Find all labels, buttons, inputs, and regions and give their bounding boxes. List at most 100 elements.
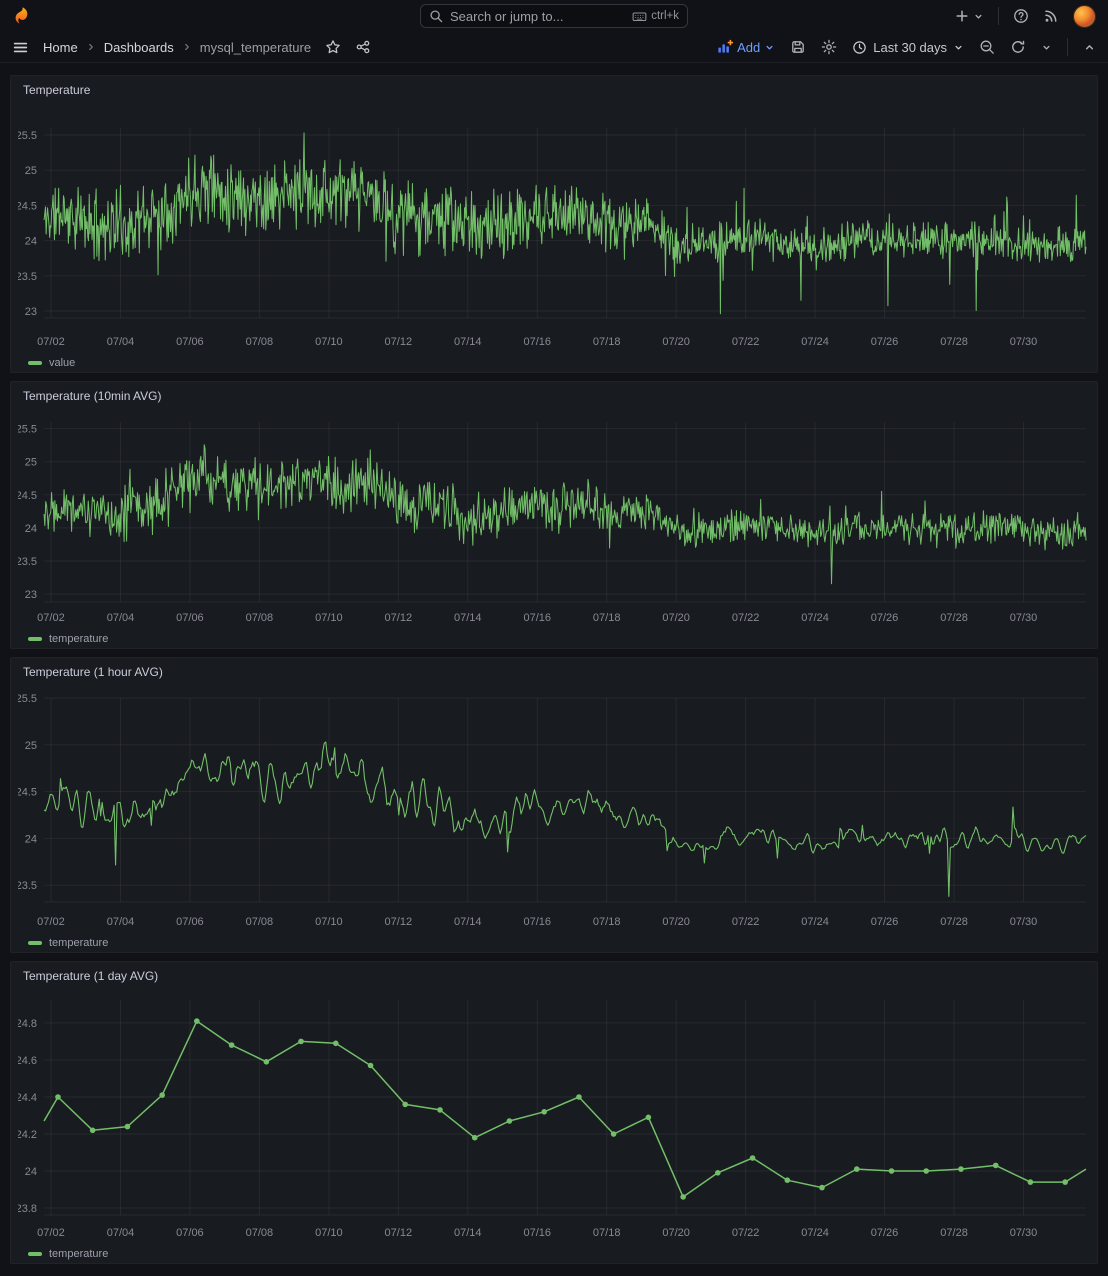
x-axis-tick-label: 07/04 xyxy=(107,612,135,624)
y-axis-tick-label: 24 xyxy=(25,236,37,248)
data-point[interactable] xyxy=(611,1131,617,1137)
share-dashboard-button[interactable] xyxy=(355,39,371,55)
panel-title[interactable]: Temperature xyxy=(23,83,90,97)
data-point[interactable] xyxy=(333,1041,339,1047)
rss-icon xyxy=(1043,8,1059,24)
x-axis-tick-label: 07/22 xyxy=(732,612,760,624)
breadcrumb-dashboards[interactable]: Dashboards xyxy=(104,40,174,55)
y-axis-tick-label: 23.8 xyxy=(18,1203,37,1215)
data-point[interactable] xyxy=(993,1163,999,1169)
data-point[interactable] xyxy=(229,1042,235,1048)
data-point[interactable] xyxy=(715,1170,721,1176)
data-point[interactable] xyxy=(785,1177,791,1183)
news-button[interactable] xyxy=(1043,8,1059,24)
dashboard-settings-button[interactable] xyxy=(821,39,837,55)
data-point[interactable] xyxy=(194,1018,200,1024)
data-point[interactable] xyxy=(437,1107,443,1113)
collapse-toolbar-button[interactable] xyxy=(1083,41,1096,54)
data-point[interactable] xyxy=(402,1102,408,1108)
data-point[interactable] xyxy=(819,1185,825,1191)
x-axis-tick-label: 07/18 xyxy=(593,1227,621,1239)
time-series-chart[interactable]: 25.52524.52423.52307/0207/0407/0607/0807… xyxy=(18,104,1090,354)
breadcrumb-separator-icon xyxy=(86,42,96,52)
time-range-picker[interactable]: Last 30 days xyxy=(852,40,964,55)
panel-title[interactable]: Temperature (1 hour AVG) xyxy=(23,665,163,679)
data-point[interactable] xyxy=(90,1128,96,1134)
data-point[interactable] xyxy=(576,1094,582,1100)
toolbar-controls: Add Last 30 days xyxy=(717,38,1096,56)
breadcrumb: Home Dashboards mysql_temperature xyxy=(43,40,311,55)
data-point[interactable] xyxy=(958,1166,964,1172)
series-line[interactable] xyxy=(44,445,1086,584)
series-line[interactable] xyxy=(44,742,1086,896)
x-axis-tick-label: 07/26 xyxy=(871,336,899,348)
y-axis-tick-label: 25.5 xyxy=(18,424,37,436)
data-point[interactable] xyxy=(889,1168,895,1174)
data-point[interactable] xyxy=(159,1092,165,1098)
refresh-icon xyxy=(1010,39,1026,55)
x-axis-tick-label: 07/22 xyxy=(732,336,760,348)
y-axis-tick-label: 24.5 xyxy=(18,787,37,799)
x-axis-tick-label: 07/16 xyxy=(523,1227,551,1239)
breadcrumb-current-dashboard: mysql_temperature xyxy=(200,40,311,55)
time-range-label: Last 30 days xyxy=(873,40,947,55)
legend-label[interactable]: temperature xyxy=(49,1248,108,1260)
new-menu-button[interactable] xyxy=(954,8,984,24)
user-avatar[interactable] xyxy=(1073,5,1096,28)
panel-header: Temperature (1 hour AVG) xyxy=(18,658,1090,686)
x-axis-tick-label: 07/16 xyxy=(523,612,551,624)
legend-label[interactable]: temperature xyxy=(49,633,108,645)
data-point[interactable] xyxy=(1028,1179,1034,1185)
save-dashboard-button[interactable] xyxy=(790,39,806,55)
data-point[interactable] xyxy=(125,1124,131,1130)
x-axis-tick-label: 07/28 xyxy=(940,336,968,348)
y-axis-tick-label: 24.6 xyxy=(18,1055,37,1067)
time-series-chart[interactable]: 25.52524.52423.52307/0207/0407/0607/0807… xyxy=(18,410,1090,630)
data-point[interactable] xyxy=(750,1155,756,1161)
series-line[interactable] xyxy=(44,133,1086,314)
legend-label[interactable]: temperature xyxy=(49,937,108,949)
data-point[interactable] xyxy=(472,1135,478,1141)
panel-title[interactable]: Temperature (1 day AVG) xyxy=(23,969,158,983)
data-point[interactable] xyxy=(680,1194,686,1200)
data-point[interactable] xyxy=(264,1059,270,1065)
data-point[interactable] xyxy=(854,1166,860,1172)
x-axis-tick-label: 07/04 xyxy=(107,916,135,928)
time-series-chart[interactable]: 25.52524.52423.507/0207/0407/0607/0807/1… xyxy=(18,686,1090,934)
breadcrumb-home[interactable]: Home xyxy=(43,40,78,55)
y-axis-tick-label: 25.5 xyxy=(18,693,37,705)
data-point[interactable] xyxy=(646,1115,652,1121)
chevron-down-icon xyxy=(973,11,984,22)
y-axis-tick-label: 24 xyxy=(25,1166,37,1178)
clock-icon xyxy=(852,40,867,55)
help-button[interactable] xyxy=(1013,8,1029,24)
mega-menu-toggle[interactable] xyxy=(12,39,29,56)
grafana-logo[interactable] xyxy=(12,6,32,26)
panel-title[interactable]: Temperature (10min AVG) xyxy=(23,389,162,403)
x-axis-tick-label: 07/08 xyxy=(246,612,274,624)
x-axis-tick-label: 07/10 xyxy=(315,916,343,928)
data-point[interactable] xyxy=(1062,1179,1068,1185)
divider xyxy=(1067,38,1068,56)
data-point[interactable] xyxy=(923,1168,929,1174)
data-point[interactable] xyxy=(541,1109,547,1115)
search-bar[interactable]: Search or jump to... ctrl+k xyxy=(420,4,688,28)
keyboard-icon xyxy=(632,9,647,24)
y-axis-tick-label: 25 xyxy=(25,165,37,177)
x-axis-tick-label: 07/26 xyxy=(871,916,899,928)
data-point[interactable] xyxy=(507,1118,513,1124)
time-series-chart[interactable]: 24.824.624.424.22423.807/0207/0407/0607/… xyxy=(18,990,1090,1245)
x-axis-tick-label: 07/20 xyxy=(662,336,690,348)
data-point[interactable] xyxy=(55,1094,61,1100)
add-visualization-icon xyxy=(717,39,733,55)
favorite-dashboard-button[interactable] xyxy=(325,39,341,55)
data-point[interactable] xyxy=(368,1063,374,1069)
add-panel-button[interactable]: Add xyxy=(717,39,775,55)
data-point[interactable] xyxy=(298,1039,304,1045)
zoom-out-time-button[interactable] xyxy=(979,39,995,55)
refresh-dashboard-button[interactable] xyxy=(1010,39,1026,55)
x-axis-tick-label: 07/30 xyxy=(1010,612,1038,624)
legend-label[interactable]: value xyxy=(49,357,75,369)
x-axis-tick-label: 07/24 xyxy=(801,916,829,928)
refresh-interval-dropdown[interactable] xyxy=(1041,42,1052,53)
